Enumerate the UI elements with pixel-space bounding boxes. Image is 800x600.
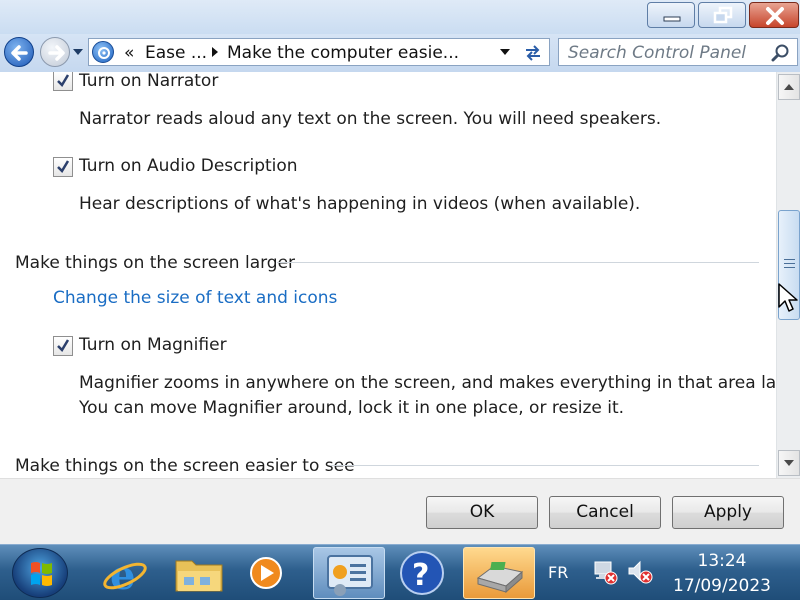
breadcrumb-overflow[interactable]: « (124, 43, 134, 63)
svg-text:e: e (110, 552, 135, 599)
narrator-checkbox[interactable] (53, 72, 73, 91)
help-icon: ? (400, 551, 444, 595)
audio-description-label[interactable]: Turn on Audio Description (79, 156, 298, 176)
minimize-icon (663, 16, 681, 22)
change-text-size-link[interactable]: Change the size of text and icons (53, 288, 337, 308)
magnifier-description-line1: Magnifier zooms in anywhere on the scree… (79, 373, 776, 393)
section-divider (330, 465, 759, 466)
section-heading-larger: Make things on the screen larger (15, 253, 296, 273)
apply-button[interactable]: Apply (672, 496, 784, 529)
recent-pages-chevron-down-icon[interactable] (72, 48, 84, 56)
taskbar-control-panel[interactable] (313, 547, 385, 599)
narrator-label[interactable]: Turn on Narrator (79, 72, 218, 91)
dialog-button-bar: OK Cancel Apply (0, 478, 800, 544)
volume-muted-icon[interactable] (626, 559, 654, 585)
vertical-scrollbar[interactable] (776, 72, 800, 478)
back-button[interactable] (4, 37, 34, 67)
media-player-icon (250, 557, 282, 589)
scroll-down-arrow-icon (784, 460, 794, 466)
cancel-button[interactable]: Cancel (549, 496, 661, 529)
forward-button[interactable] (40, 37, 70, 67)
control-panel-icon (92, 41, 114, 63)
back-arrow-icon (11, 45, 28, 61)
scroll-up-button[interactable] (778, 74, 800, 100)
search-placeholder[interactable]: Search Control Panel (568, 43, 746, 63)
taskbar: e ? FR 13:24 17/09/2023 (0, 544, 800, 600)
folder-icon (175, 560, 223, 592)
checkmark-icon (57, 339, 70, 353)
scroll-grip (784, 263, 795, 264)
magnifier-checkbox[interactable] (53, 336, 73, 356)
audio-description-description: Hear descriptions of what's happening in… (79, 194, 641, 214)
minimize-button[interactable] (647, 2, 695, 28)
clock-time: 13:24 (697, 551, 747, 571)
breadcrumb-current-page[interactable]: Make the computer easie... (227, 43, 459, 63)
internet-explorer-icon: e (103, 552, 147, 599)
checkmark-icon (57, 160, 70, 174)
address-dropdown-icon[interactable] (499, 48, 511, 56)
scroll-up-arrow-icon (784, 84, 794, 90)
search-box[interactable]: Search Control Panel (558, 38, 798, 66)
language-indicator[interactable]: FR (548, 563, 568, 582)
audio-description-checkbox[interactable] (53, 157, 73, 177)
scroll-grip (784, 267, 795, 268)
scroll-down-button[interactable] (778, 450, 800, 476)
section-divider (277, 262, 759, 263)
taskbar-internet-explorer[interactable]: e (88, 547, 160, 599)
scroll-grip (784, 259, 795, 260)
start-button[interactable] (12, 548, 68, 598)
magnifier-description-line2: You can move Magnifier around, lock it i… (79, 398, 625, 418)
forward-arrow-icon (48, 45, 65, 61)
restore-button[interactable] (698, 2, 746, 28)
title-bar (0, 0, 800, 36)
narrator-description: Narrator reads aloud any text on the scr… (79, 109, 662, 129)
mouse-cursor-icon (778, 283, 798, 312)
checkmark-icon (57, 74, 70, 88)
taskbar-windows-explorer[interactable] (164, 547, 236, 599)
refresh-icon[interactable] (523, 43, 543, 63)
breadcrumb-separator-icon[interactable] (211, 46, 219, 58)
network-disconnected-icon[interactable] (592, 559, 618, 585)
restore-icon (713, 6, 733, 24)
taskbar-help[interactable]: ? (388, 547, 460, 599)
taskbar-media-player[interactable] (236, 547, 308, 599)
control-panel-icon (327, 555, 373, 596)
section-heading-easier: Make things on the screen easier to see (15, 456, 355, 476)
ok-button[interactable]: OK (426, 496, 538, 529)
search-icon[interactable] (771, 43, 791, 63)
removable-drive-icon (476, 562, 524, 594)
settings-content: Turn on Narrator Narrator reads aloud an… (0, 72, 776, 478)
clock-date: 17/09/2023 (673, 576, 771, 596)
close-icon (766, 7, 784, 25)
address-bar[interactable]: « Ease ... Make the computer easie... (88, 38, 550, 66)
windows-logo-icon (31, 562, 52, 586)
magnifier-label[interactable]: Turn on Magnifier (79, 335, 227, 355)
svg-text:?: ? (412, 558, 429, 593)
taskbar-removable-drive[interactable] (463, 547, 535, 599)
close-button[interactable] (749, 2, 799, 28)
breadcrumb-ease-of-access[interactable]: Ease ... (145, 43, 207, 63)
